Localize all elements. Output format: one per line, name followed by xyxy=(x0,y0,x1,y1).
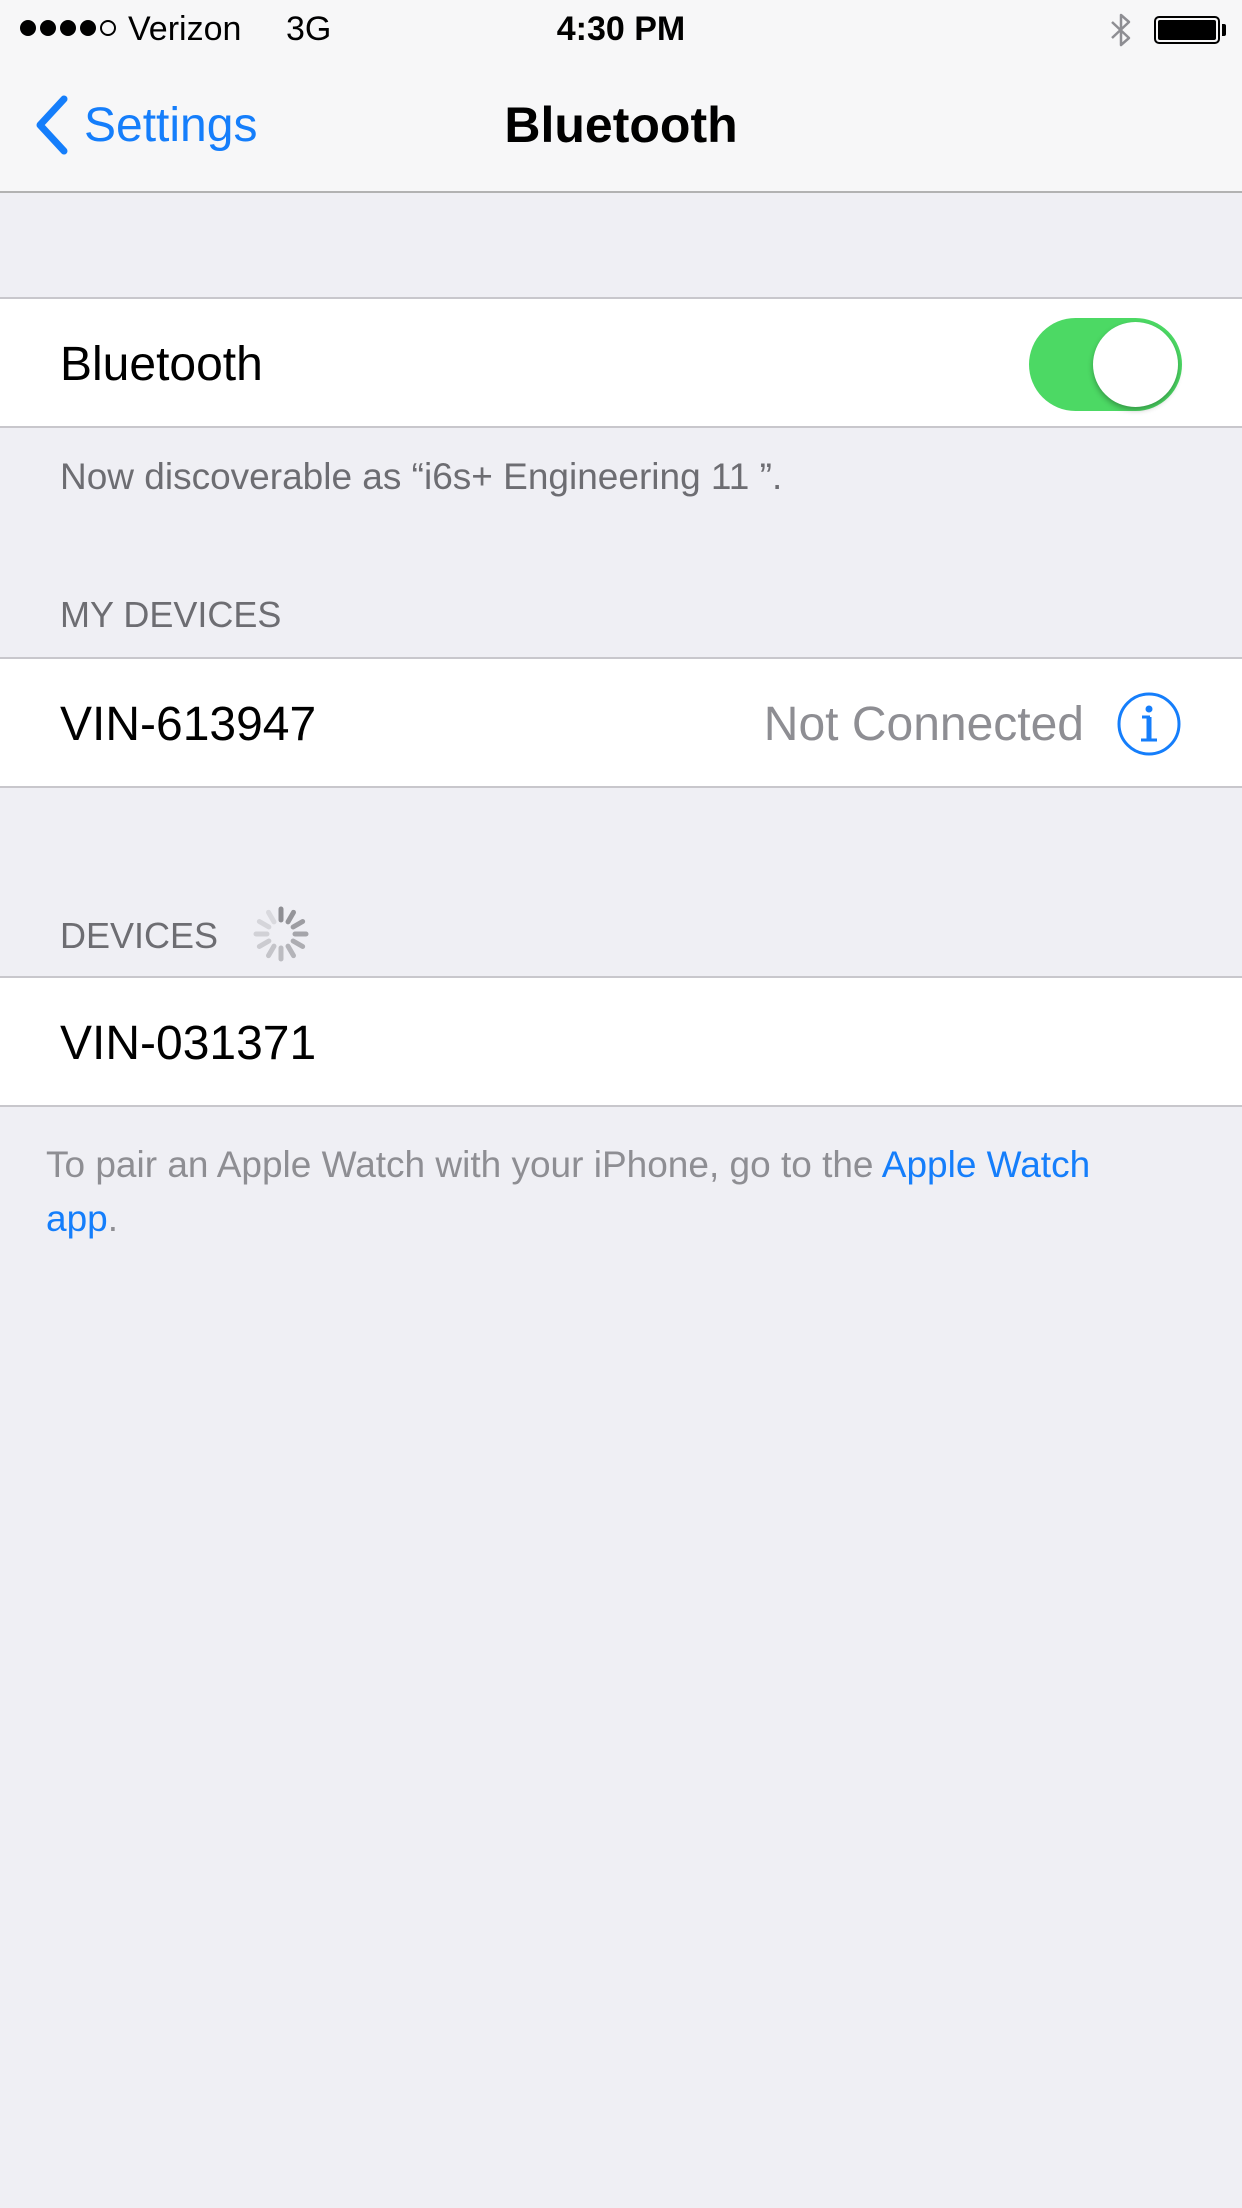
battery-fill xyxy=(1158,20,1216,40)
device-row[interactable]: VIN-031371 xyxy=(0,976,1242,1107)
status-time: 4:30 PM xyxy=(556,10,686,48)
loading-spinner-icon xyxy=(253,906,309,962)
info-icon[interactable] xyxy=(1116,691,1182,757)
pairing-note-text: To pair an Apple Watch with your iPhone,… xyxy=(46,1144,882,1185)
pairing-note: To pair an Apple Watch with your iPhone,… xyxy=(46,1138,1166,1246)
bluetooth-label: Bluetooth xyxy=(60,338,263,391)
connection-status: Not Connected xyxy=(763,698,1084,751)
devices-header: DEVICES xyxy=(60,915,219,956)
bluetooth-icon xyxy=(1111,13,1131,47)
bluetooth-toggle[interactable] xyxy=(1029,318,1182,411)
pairing-note-end: . xyxy=(107,1198,119,1239)
bluetooth-toggle-cell: Bluetooth xyxy=(0,297,1242,428)
battery-icon xyxy=(1154,16,1220,44)
battery-tip xyxy=(1222,24,1226,36)
device-row[interactable]: VIN-613947 Not Connected xyxy=(0,657,1242,788)
discoverable-text: Now discoverable as “i6s+ Engineering 11… xyxy=(60,456,783,497)
device-name: VIN-031371 xyxy=(60,1017,317,1070)
navigation-bar: Settings Bluetooth xyxy=(0,60,1242,193)
page-title: Bluetooth xyxy=(504,97,738,153)
status-bar: Verizon 3G 4:30 PM xyxy=(0,0,1242,60)
my-devices-header: MY DEVICES xyxy=(60,594,282,635)
toggle-knob xyxy=(1093,322,1178,407)
device-name: VIN-613947 xyxy=(60,698,317,751)
